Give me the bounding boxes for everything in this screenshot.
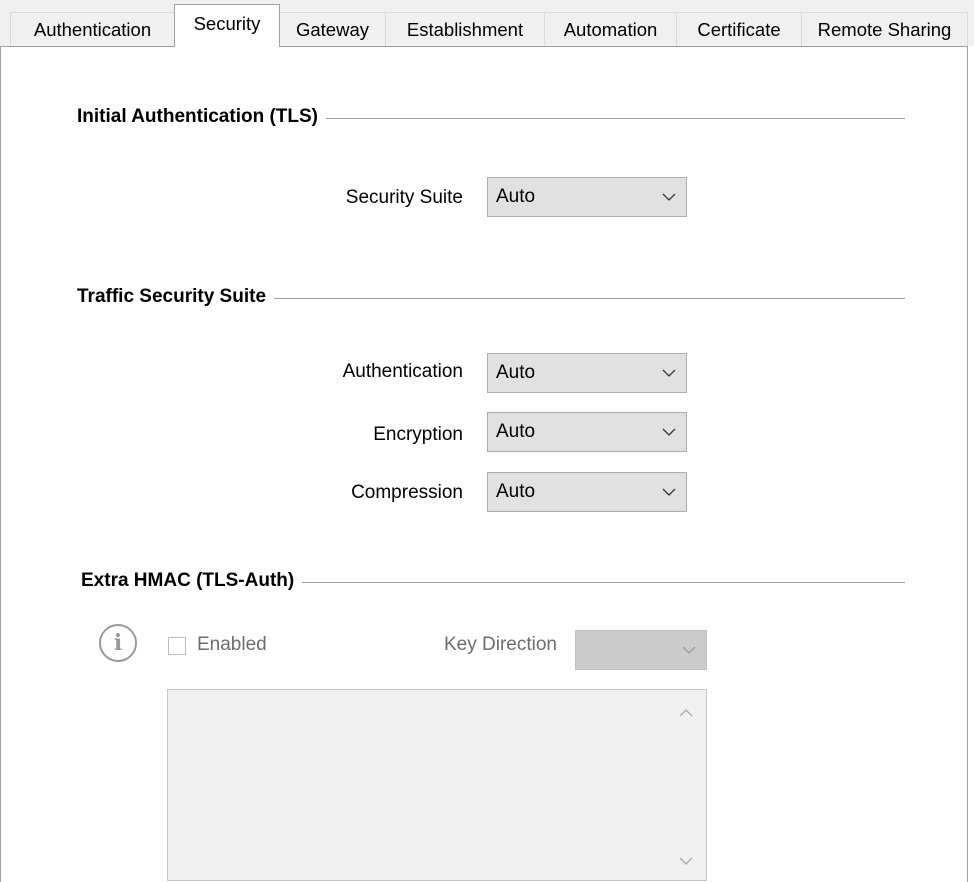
tab-authentication[interactable]: Authentication xyxy=(10,12,175,46)
tab-establishment[interactable]: Establishment xyxy=(385,12,545,46)
chevron-down-icon xyxy=(652,413,686,451)
security-tab-panel: Initial Authentication (TLS) Security Su… xyxy=(0,46,968,882)
encryption-value: Auto xyxy=(496,421,536,442)
group-title-extra-hmac: Extra HMAC (TLS-Auth) xyxy=(81,570,303,592)
compression-value: Auto xyxy=(496,481,536,502)
security-suite-value: Auto xyxy=(496,186,536,207)
hmac-key-textarea[interactable] xyxy=(167,689,707,881)
tab-strip: Authentication Security Gateway Establis… xyxy=(0,0,974,47)
security-settings-window: Authentication Security Gateway Establis… xyxy=(0,0,974,882)
authentication-value: Auto xyxy=(496,362,536,383)
key-direction-dropdown[interactable] xyxy=(575,630,707,670)
chevron-down-icon xyxy=(652,473,686,511)
chevron-down-icon xyxy=(652,178,686,216)
encryption-dropdown[interactable]: Auto xyxy=(487,412,687,452)
chevron-down-icon xyxy=(672,631,706,669)
enabled-checkbox-label: Enabled xyxy=(197,634,267,655)
tab-security[interactable]: Security xyxy=(174,4,280,47)
tab-certificate[interactable]: Certificate xyxy=(676,12,802,46)
authentication-dropdown[interactable]: Auto xyxy=(487,353,687,393)
tab-automation[interactable]: Automation xyxy=(544,12,677,46)
enabled-checkbox[interactable] xyxy=(168,637,186,655)
group-title-initial-authentication: Initial Authentication (TLS) xyxy=(77,106,326,128)
compression-label: Compression xyxy=(351,482,463,503)
compression-dropdown[interactable]: Auto xyxy=(487,472,687,512)
tab-remote-sharing[interactable]: Remote Sharing xyxy=(801,12,968,46)
tab-gateway[interactable]: Gateway xyxy=(279,12,386,46)
chevron-down-icon[interactable] xyxy=(674,852,698,870)
chevron-down-icon xyxy=(652,354,686,392)
security-suite-label: Security Suite xyxy=(345,187,463,208)
authentication-label: Authentication xyxy=(342,361,463,382)
key-direction-label: Key Direction xyxy=(444,634,557,655)
chevron-up-icon[interactable] xyxy=(674,704,698,722)
info-icon: i xyxy=(99,624,137,662)
group-title-traffic-security-suite: Traffic Security Suite xyxy=(77,286,275,308)
encryption-label: Encryption xyxy=(373,424,463,445)
security-suite-dropdown[interactable]: Auto xyxy=(487,177,687,217)
